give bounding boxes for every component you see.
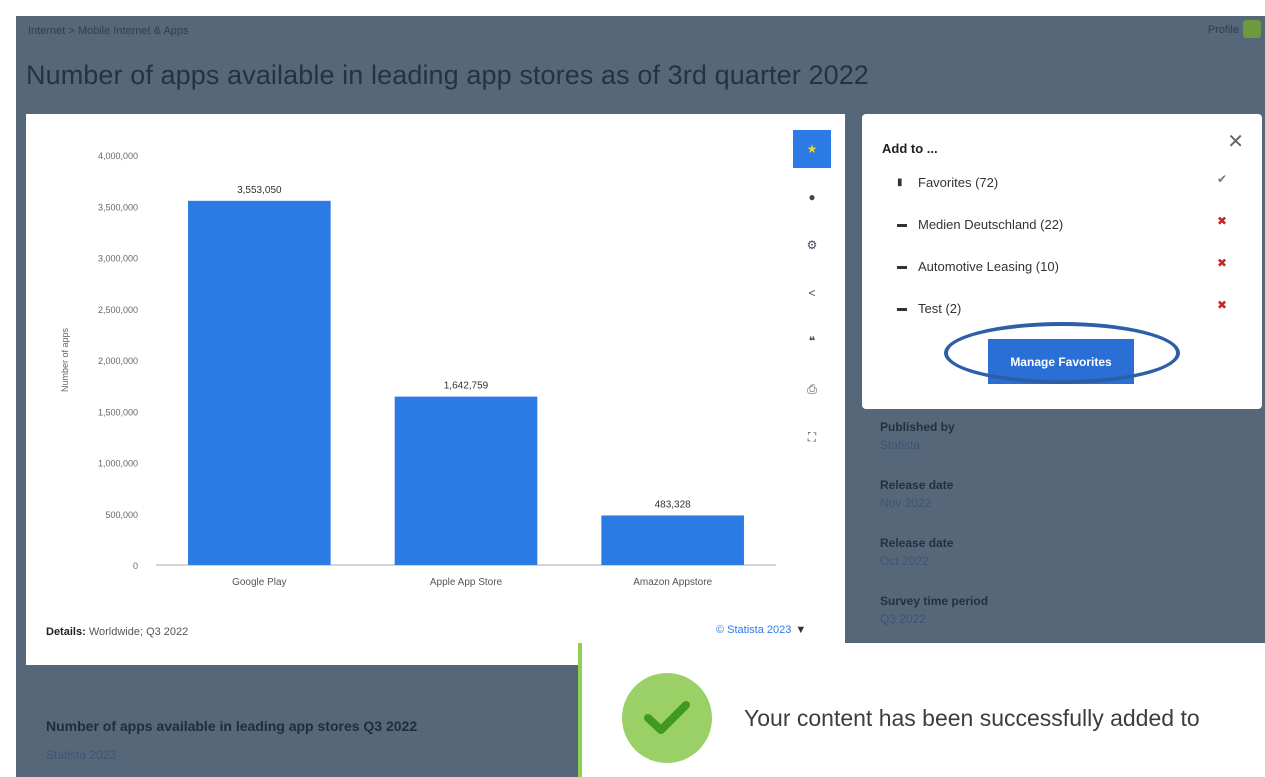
meta-value[interactable]: Statista — [880, 438, 955, 452]
y-tick-label: 500,000 — [105, 510, 138, 520]
bar-chart: 0 500,000 1,000,000 1,500,000 2,000,000 2,500… — [60, 151, 776, 588]
bar-value-label: 3,553,050 — [237, 185, 282, 196]
x-tick-label: Amazon Appstore — [633, 577, 712, 588]
meta-value: Nov 2022 — [880, 496, 932, 510]
y-tick-label: 0 — [133, 561, 138, 571]
manage-favorites-button[interactable]: Manage Favorites — [988, 339, 1134, 384]
y-tick-label: 3,000,000 — [98, 254, 138, 264]
y-tick-label: 1,500,000 — [98, 407, 138, 417]
y-tick-label: 1,000,000 — [98, 459, 138, 469]
folder-icon: ▬ — [897, 302, 907, 314]
close-icon[interactable]: ✕ — [1227, 129, 1244, 154]
details-label: Details: — [46, 626, 86, 638]
statistic-title-link[interactable]: Number of apps available in leading app … — [46, 718, 417, 734]
y-tick-label: 2,500,000 — [98, 305, 138, 315]
remove-icon[interactable]: ✖ — [1217, 214, 1227, 228]
gear-icon[interactable]: ⚙ — [793, 226, 831, 264]
x-tick-label: Google Play — [232, 577, 286, 588]
chart-panel: 0 500,000 1,000,000 1,500,000 2,000,000 2,500… — [26, 114, 845, 665]
add-to-favorites-popup: Add to ... ✕ ▮ Favorites (72) ✔ ▬ Medien… — [862, 114, 1262, 409]
bar[interactable] — [394, 396, 538, 565]
quote-icon[interactable]: ❝ — [793, 322, 831, 360]
toast-message: Your content has been successfully added… — [744, 705, 1200, 731]
meta-release-2: Release date Oct 2022 — [880, 536, 953, 568]
copyright-link[interactable]: © Statista 2023 ▼ — [716, 624, 806, 636]
chart-toolbar: ★ ● ⚙ < ❝ ⎙ ⛶ — [793, 130, 831, 466]
favorite-list-item[interactable]: ▬ Medien Deutschland (22) ✖ — [897, 214, 1227, 234]
chart-details: Details: Worldwide; Q3 2022 — [46, 626, 188, 638]
checkmark-icon[interactable]: ✔ — [1217, 172, 1227, 186]
print-icon[interactable]: ⎙ — [793, 370, 831, 408]
details-value: Worldwide; Q3 2022 — [88, 626, 189, 638]
folder-icon: ▬ — [897, 218, 907, 230]
user-name[interactable]: Profile — [1208, 24, 1239, 36]
meta-label: Survey time period — [880, 594, 989, 608]
favorite-list-label: Favorites (72) — [918, 174, 999, 190]
caret-down-icon: ▼ — [795, 624, 807, 636]
favorite-list-item[interactable]: ▮ Favorites (72) ✔ — [897, 172, 1227, 192]
meta-label: Release date — [880, 478, 954, 492]
favorite-list-label: Test (2) — [918, 300, 962, 316]
y-tick-label: 3,500,000 — [98, 202, 138, 212]
bar[interactable] — [188, 200, 331, 565]
bell-icon[interactable]: ● — [793, 178, 831, 216]
remove-icon[interactable]: ✖ — [1217, 256, 1227, 270]
favorite-list-item[interactable]: ▬ Automotive Leasing (10) ✖ — [897, 256, 1227, 276]
share-icon[interactable]: < — [793, 274, 831, 312]
bar-value-label: 1,642,759 — [444, 381, 489, 392]
star-icon[interactable]: ★ — [793, 130, 831, 168]
y-tick-label: 2,000,000 — [98, 356, 138, 366]
y-axis-label: Number of apps — [60, 327, 70, 392]
folder-icon: ▬ — [897, 260, 907, 272]
avatar[interactable] — [1243, 20, 1261, 38]
meta-survey: Survey time period Q3 2022 — [880, 594, 988, 626]
copyright-text: © Statista 2023 — [716, 624, 792, 636]
y-tick-label: 4,000,000 — [98, 151, 138, 161]
popup-title: Add to ... — [882, 141, 938, 156]
success-toast: Your content has been successfully added… — [578, 643, 1265, 777]
meta-release: Release date Nov 2022 — [880, 478, 953, 510]
x-tick-label: Apple App Store — [430, 577, 503, 588]
favorite-list-label: Medien Deutschland (22) — [918, 216, 1064, 232]
breadcrumb[interactable]: Internet > Mobile Internet & Apps — [28, 25, 189, 37]
meta-value: Oct 2022 — [880, 554, 929, 568]
success-check-icon — [622, 673, 712, 763]
meta-published: Published by Statista — [880, 420, 955, 452]
meta-label: Published by — [880, 420, 955, 434]
favorite-list-item[interactable]: ▬ Test (2) ✖ — [897, 298, 1227, 318]
bookmark-icon: ▮ — [897, 176, 903, 188]
statistic-source[interactable]: Statista 2023 — [46, 748, 116, 762]
bar-value-label: 483,328 — [655, 499, 692, 510]
remove-icon[interactable]: ✖ — [1217, 298, 1227, 312]
meta-label: Release date — [880, 536, 954, 550]
fullscreen-icon[interactable]: ⛶ — [793, 418, 831, 456]
favorite-list-label: Automotive Leasing (10) — [918, 258, 1059, 274]
meta-value: Q3 2022 — [880, 612, 927, 626]
bar[interactable] — [601, 515, 744, 565]
page-title: Number of apps available in leading app … — [26, 60, 869, 90]
